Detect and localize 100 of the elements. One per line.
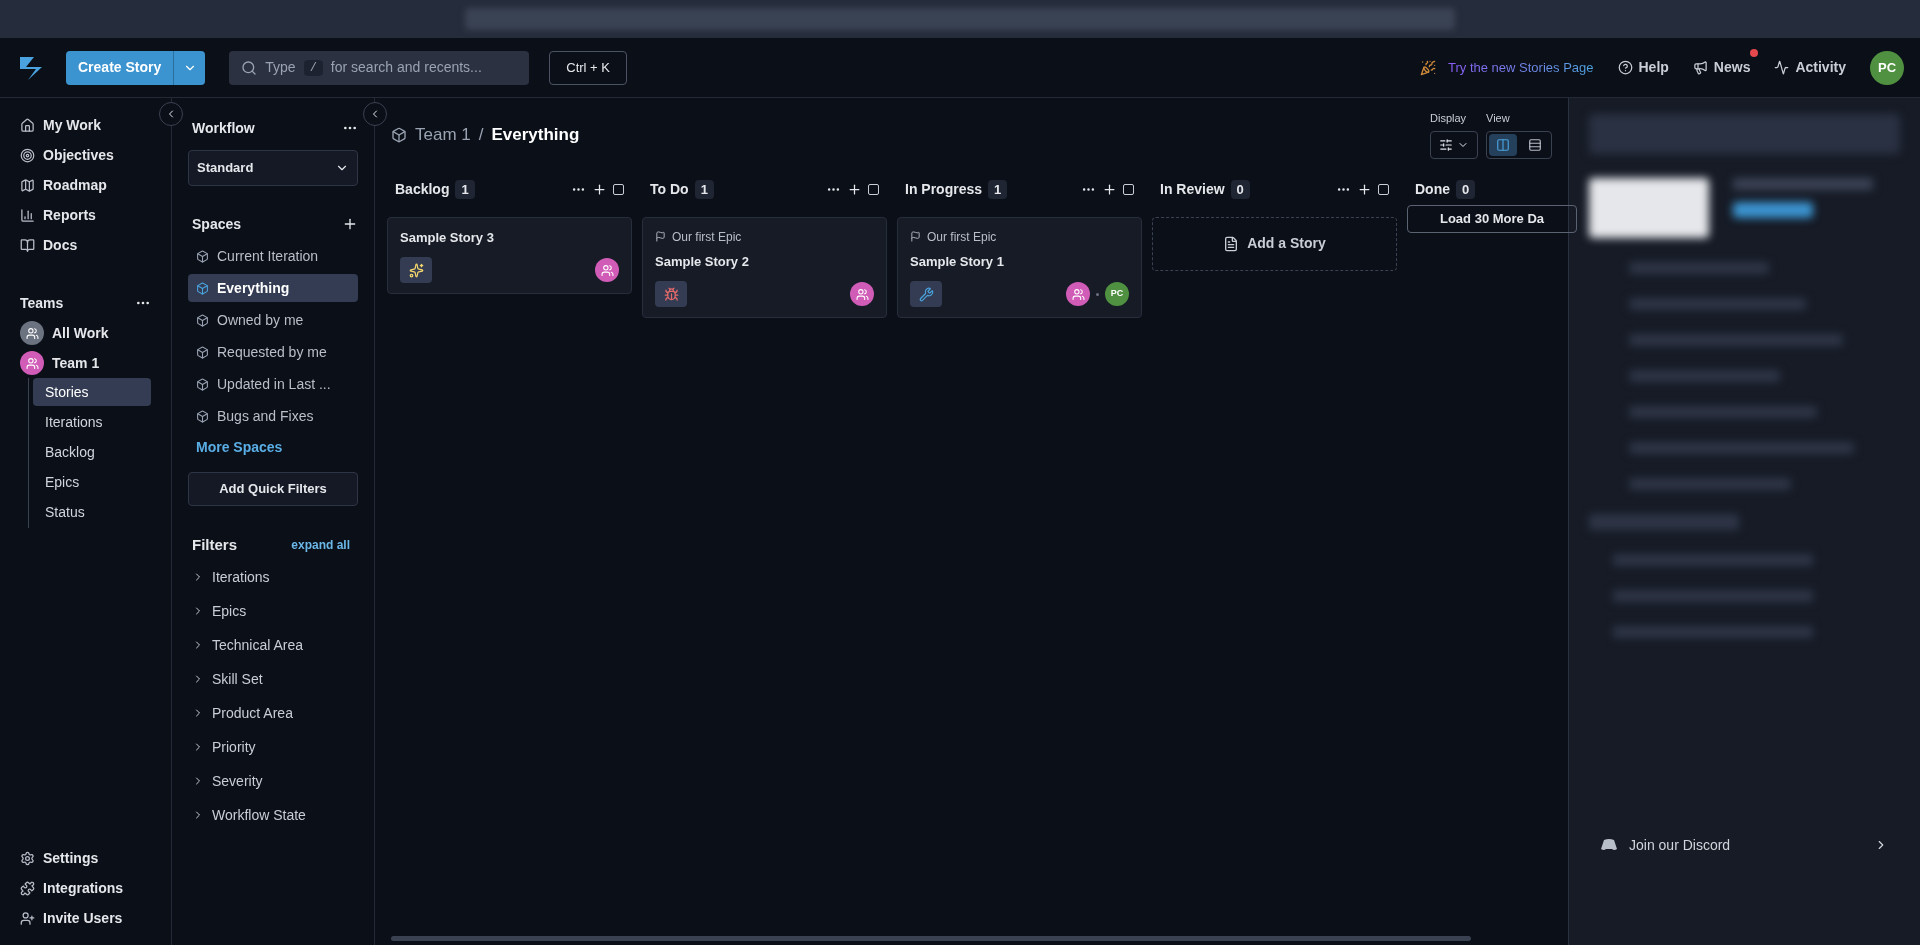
nav-item[interactable]: Objectives [20, 140, 151, 170]
map-icon [20, 177, 35, 193]
filter-item[interactable]: Technical Area [188, 628, 358, 662]
space-item[interactable]: Bugs and Fixes [188, 402, 358, 430]
story-title: Sample Story 2 [655, 252, 750, 271]
count-badge: 1 [694, 179, 714, 200]
flag-icon [655, 231, 666, 242]
select-checkbox[interactable] [868, 184, 879, 195]
select-checkbox[interactable] [1123, 184, 1134, 195]
settings-icon [20, 850, 35, 866]
horizontal-scrollbar[interactable] [391, 936, 1471, 941]
document-icon [1223, 235, 1240, 252]
megaphone-icon [1692, 60, 1708, 75]
filter-item[interactable]: Priority [188, 730, 358, 764]
search-placeholder: for search and recents... [330, 58, 482, 77]
collapse-button[interactable] [159, 102, 183, 126]
add-icon[interactable] [342, 216, 358, 232]
search-icon [241, 59, 258, 76]
story-card[interactable]: Our first Epic Sample Story 2 [642, 216, 887, 318]
breadcrumb-link[interactable]: Team 1 [415, 122, 471, 148]
nav-item[interactable]: Docs [20, 230, 151, 260]
team-link[interactable]: All Work [52, 322, 109, 344]
cube-icon [391, 126, 407, 143]
collapse-button[interactable] [363, 102, 387, 126]
nav-item[interactable]: Invite Users [20, 903, 151, 933]
filter-item[interactable]: Product Area [188, 696, 358, 730]
cube-icon [196, 345, 209, 359]
header-link[interactable]: Activity [1774, 57, 1846, 78]
team-nav-item[interactable]: Stories [33, 378, 151, 406]
filter-item[interactable]: Skill Set [188, 662, 358, 696]
team-nav-item[interactable]: Status [33, 498, 151, 526]
add-icon[interactable] [847, 182, 862, 197]
bug-icon [663, 286, 679, 302]
shortcut-button[interactable]: Ctrl + K [549, 50, 627, 85]
filter-item[interactable]: Workflow State [188, 798, 358, 832]
caret-button[interactable] [173, 50, 206, 85]
story-card[interactable]: Our first Epic Sample Story 1 PC [897, 216, 1142, 318]
help-icon [1617, 60, 1633, 75]
add-icon[interactable] [1357, 182, 1372, 197]
rows-icon [1528, 137, 1542, 152]
nav-item[interactable]: Settings [20, 843, 151, 873]
section-title: Filters [192, 534, 237, 555]
column-title: Backlog [395, 180, 450, 199]
team-link[interactable]: Team 1 [52, 352, 100, 374]
header-link[interactable]: News [1692, 57, 1751, 78]
add-story-button[interactable]: Add a Story [1152, 216, 1397, 271]
team-nav-item[interactable]: Epics [33, 468, 151, 496]
add-quick-filters-button[interactable]: Add Quick Filters [188, 472, 358, 506]
discord-link[interactable]: Join our Discord [1569, 817, 1920, 873]
select-checkbox[interactable] [1378, 184, 1389, 195]
space-item[interactable]: Everything [188, 274, 358, 302]
column-title: In Progress [905, 180, 983, 199]
add-icon[interactable] [1102, 182, 1117, 197]
select-checkbox[interactable] [613, 184, 624, 195]
add-icon[interactable] [592, 182, 607, 197]
space-item[interactable]: Updated in Last ... [188, 370, 358, 398]
epic-label: Our first Epic [672, 228, 742, 246]
workflow-select[interactable]: Standard [188, 150, 358, 186]
team-avatar [595, 258, 619, 282]
count-badge: 0 [1456, 179, 1476, 200]
team-nav-item[interactable]: Backlog [33, 438, 151, 466]
view-label: View [1486, 111, 1511, 126]
column-title: To Do [650, 180, 689, 199]
story-card[interactable]: Sample Story 3 [387, 216, 632, 294]
party-popper-icon [1420, 59, 1436, 76]
board-view-button[interactable] [1489, 133, 1517, 156]
breadcrumb-separator: / [478, 124, 484, 146]
wrench-icon [918, 286, 934, 302]
nav-item[interactable]: Reports [20, 200, 151, 230]
target-icon [20, 147, 35, 163]
team-avatar [850, 282, 874, 306]
cube-icon [196, 409, 209, 423]
epic-label: Our first Epic [927, 228, 997, 246]
team-nav-item[interactable]: Iterations [33, 408, 151, 436]
space-item[interactable]: Requested by me [188, 338, 358, 366]
nav-item[interactable]: My Work [20, 110, 151, 140]
section-title: Workflow [192, 118, 255, 138]
more-spaces-link[interactable]: More Spaces [188, 434, 358, 460]
count-badge: 1 [455, 179, 475, 200]
house-icon [20, 117, 35, 133]
cube-icon [196, 313, 209, 327]
display-label: Display [1430, 111, 1468, 126]
expand-all-link[interactable]: expand all [291, 536, 350, 554]
flag-icon [910, 231, 921, 242]
filter-item[interactable]: Iterations [188, 560, 358, 594]
display-button[interactable] [1430, 130, 1478, 159]
nav-item[interactable]: Integrations [20, 873, 151, 903]
section-title: Teams [20, 293, 64, 313]
filter-item[interactable]: Severity [188, 764, 358, 798]
load-more-button[interactable]: Load 30 More Da [1407, 204, 1577, 233]
user-avatar: PC [1105, 282, 1129, 306]
space-item[interactable]: Current Iteration [188, 242, 358, 270]
filter-item[interactable]: Epics [188, 594, 358, 628]
header-link[interactable]: Help [1617, 57, 1669, 78]
user-avatar[interactable]: PC [1870, 50, 1904, 85]
search-field[interactable]: Type / for search and recents... [229, 50, 530, 85]
pulse-icon [1774, 60, 1790, 75]
search-prefix: Type [265, 58, 296, 77]
space-item[interactable]: Owned by me [188, 306, 358, 334]
nav-item[interactable]: Roadmap [20, 170, 151, 200]
